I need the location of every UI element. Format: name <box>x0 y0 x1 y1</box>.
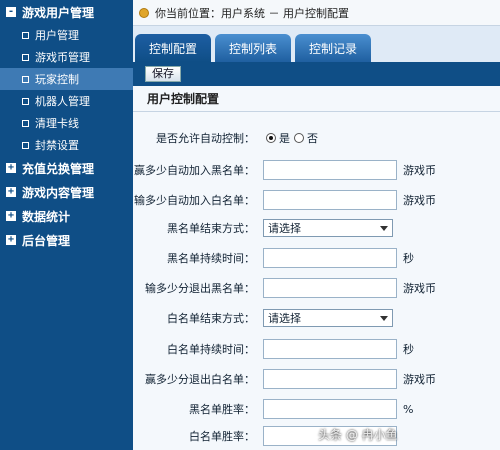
sidebar-group-label: 游戏用户管理 <box>22 5 95 20</box>
auto-control-radio-group: 是 否 <box>263 130 318 146</box>
tab-control-records[interactable]: 控制记录 <box>295 34 372 62</box>
sidebar: - 游戏用户管理 用户管理 游戏币管理 玩家控制 机器人管理 清理卡线 封禁设置… <box>0 0 133 450</box>
form-label: 输多少自动加入白名单： <box>134 194 255 207</box>
location-pin-icon <box>139 7 149 18</box>
collapse-icon[interactable]: - <box>6 7 16 17</box>
sidebar-item-label: 游戏币管理 <box>35 51 90 64</box>
sidebar-group-game-users[interactable]: - 游戏用户管理 <box>0 0 133 24</box>
win-to-blacklist-input[interactable] <box>263 160 397 180</box>
unit-label: 游戏币 <box>403 282 436 295</box>
radio-yes[interactable] <box>266 133 276 143</box>
win-exit-whitelist-input[interactable] <box>263 369 397 389</box>
form-label: 黑名单结束方式： <box>167 222 255 235</box>
sidebar-item-label: 玩家控制 <box>35 73 79 86</box>
sidebar-item-clear-stuck[interactable]: 清理卡线 <box>0 112 133 134</box>
form-label: 赢多少自动加入黑名单： <box>134 164 255 177</box>
unit-label: 秒 <box>403 343 414 356</box>
sidebar-group-recharge[interactable]: + 充值兑换管理 <box>0 156 133 180</box>
blacklist-duration-input[interactable] <box>263 248 397 268</box>
form-row: 白名单持续时间： 秒 <box>133 337 500 361</box>
form-label: 黑名单持续时间： <box>167 252 255 265</box>
form-row: 黑名单胜率： % <box>133 397 500 421</box>
blacklist-end-mode-select[interactable]: 请选择 <box>263 219 393 237</box>
sidebar-item-player-control[interactable]: 玩家控制 <box>0 68 133 90</box>
sidebar-item-user-management[interactable]: 用户管理 <box>0 24 133 46</box>
form-label: 白名单胜率： <box>189 430 255 443</box>
tab-bar: 控制配置 控制列表 控制记录 <box>133 26 500 62</box>
form-label: 输多少分退出黑名单： <box>145 282 255 295</box>
sidebar-item-coin-management[interactable]: 游戏币管理 <box>0 46 133 68</box>
chevron-down-icon <box>380 225 388 231</box>
sidebar-group-admin[interactable]: + 后台管理 <box>0 228 133 252</box>
select-value: 请选择 <box>268 222 301 235</box>
expand-icon[interactable]: + <box>6 235 16 245</box>
unit-label: 游戏币 <box>403 194 436 207</box>
sidebar-group-label: 游戏内容管理 <box>22 185 95 200</box>
square-bullet-icon <box>22 75 29 83</box>
expand-icon[interactable]: + <box>6 163 16 173</box>
form-row: 赢多少分退出白名单： 游戏币 <box>133 367 500 391</box>
sidebar-item-label: 机器人管理 <box>35 95 90 108</box>
breadcrumb-bar: 你当前位置：用户系统 － 用户控制配置 <box>133 0 500 26</box>
sidebar-item-robot-management[interactable]: 机器人管理 <box>0 90 133 112</box>
chevron-down-icon <box>380 315 388 321</box>
form-row: 白名单结束方式： 请选择 <box>133 306 500 330</box>
lose-exit-blacklist-input[interactable] <box>263 278 397 298</box>
sidebar-item-label: 封禁设置 <box>35 139 79 152</box>
sidebar-item-label: 清理卡线 <box>35 117 79 130</box>
lose-to-whitelist-input[interactable] <box>263 190 397 210</box>
form-label: 白名单结束方式： <box>167 312 255 325</box>
radio-no[interactable] <box>294 133 304 143</box>
sidebar-group-label: 充值兑换管理 <box>22 161 95 176</box>
sidebar-item-label: 用户管理 <box>35 29 79 42</box>
form-row: 输多少分退出黑名单： 游戏币 <box>133 276 500 300</box>
square-bullet-icon <box>22 119 29 127</box>
blacklist-win-rate-input[interactable] <box>263 399 397 419</box>
unit-label: 秒 <box>403 252 414 265</box>
sidebar-group-label: 数据统计 <box>22 209 71 224</box>
unit-label: % <box>403 402 414 416</box>
sidebar-item-ban-settings[interactable]: 封禁设置 <box>0 134 133 156</box>
form-label: 是否允许自动控制： <box>156 132 255 145</box>
expand-icon[interactable]: + <box>6 187 16 197</box>
sidebar-group-statistics[interactable]: + 数据统计 <box>0 204 133 228</box>
whitelist-duration-input[interactable] <box>263 339 397 359</box>
form-label: 白名单持续时间： <box>167 343 255 356</box>
sidebar-group-content[interactable]: + 游戏内容管理 <box>0 180 133 204</box>
select-value: 请选择 <box>268 312 301 325</box>
radio-no-label: 否 <box>307 132 318 145</box>
unit-label: 游戏币 <box>403 373 436 386</box>
form-label: 黑名单胜率： <box>189 403 255 416</box>
square-bullet-icon <box>22 141 29 149</box>
watermark: 头条 @ 冉小鱼 <box>318 428 398 442</box>
unit-label: 游戏币 <box>403 164 436 177</box>
tab-control-config[interactable]: 控制配置 <box>135 34 212 62</box>
square-bullet-icon <box>22 53 29 61</box>
toolbar: 保存 <box>133 62 500 86</box>
square-bullet-icon <box>22 97 29 105</box>
form-row: 输多少自动加入白名单： 游戏币 <box>133 188 500 212</box>
form-row: 黑名单持续时间： 秒 <box>133 246 500 270</box>
square-bullet-icon <box>22 31 29 39</box>
expand-icon[interactable]: + <box>6 211 16 221</box>
tab-control-list[interactable]: 控制列表 <box>215 34 292 62</box>
config-panel: 用户控制配置 是否允许自动控制： 是 否 赢多少自动加入黑名单： 游戏币 输多少… <box>133 86 500 450</box>
form-row: 黑名单结束方式： 请选择 <box>133 216 500 240</box>
form-row: 白名单胜率： <box>133 424 500 448</box>
form-label: 赢多少分退出白名单： <box>145 373 255 386</box>
form-row-auto-control: 是否允许自动控制： 是 否 <box>133 126 500 150</box>
radio-yes-label: 是 <box>279 132 290 145</box>
breadcrumb: 你当前位置：用户系统 － 用户控制配置 <box>155 6 349 20</box>
whitelist-end-mode-select[interactable]: 请选择 <box>263 309 393 327</box>
save-button[interactable]: 保存 <box>145 66 181 82</box>
form-row: 赢多少自动加入黑名单： 游戏币 <box>133 158 500 182</box>
sidebar-group-label: 后台管理 <box>22 233 71 248</box>
panel-title: 用户控制配置 <box>133 86 500 112</box>
